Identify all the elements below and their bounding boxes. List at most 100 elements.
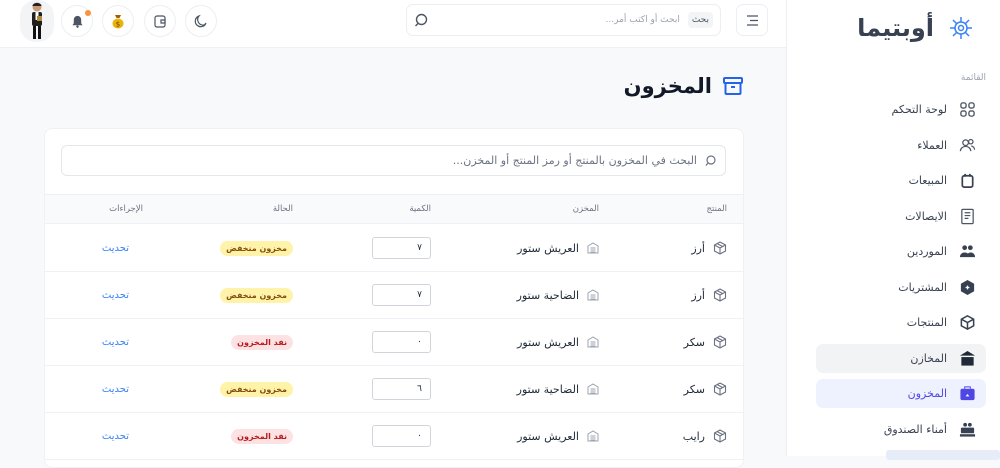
sidebar-item-label: أمناء الصندوق [883, 422, 947, 436]
quantity-input[interactable]: ٠ [372, 425, 431, 447]
status-badge: مخزون منخفض [220, 240, 293, 256]
grid-icon [960, 102, 975, 117]
table-row: أرز الضاحية ستور ٧ مخزون منخفض تحديث [45, 272, 743, 319]
avatar-figure-icon [32, 2, 42, 39]
sidebar-item-sales[interactable]: المبيعات [816, 166, 986, 195]
status-badge: نفد المخزون [231, 334, 293, 350]
sidebar-item-dashboard[interactable]: لوحة التحكم [816, 95, 986, 124]
bag-icon [961, 173, 974, 188]
col-product: المنتج [706, 204, 727, 214]
sidebar: أوبتيما القائمة لوحة التحكم العملاء المب… [786, 0, 1000, 460]
product-box-icon [713, 429, 727, 443]
user-avatar[interactable] [20, 0, 54, 42]
warehouse-name: الضاحية ستور [516, 382, 579, 396]
sidebar-item-purchases[interactable]: المشتريات [816, 273, 986, 302]
cube-icon [960, 315, 975, 330]
update-link[interactable]: تحديث [102, 431, 143, 442]
warehouse-name: الضاحية ستور [516, 288, 579, 302]
sidebar-nav: لوحة التحكم العملاء المبيعات الايصالات ا… [816, 95, 986, 450]
logo-icon [950, 17, 972, 39]
warehouse-icon [587, 336, 599, 348]
warehouse-icon [587, 242, 599, 254]
menu-icon [746, 14, 758, 26]
search-shortcut-label: بحث [687, 12, 713, 28]
sidebar-item-receipts[interactable]: الايصالات [816, 202, 986, 231]
sidebar-item-label: لوحة التحكم [891, 103, 947, 116]
warehouse-icon [959, 350, 976, 366]
table-row: سكر العريش ستور ٠ نفد المخزون تحديث [45, 319, 743, 366]
sidebar-item-cashiers[interactable]: أمناء الصندوق [816, 415, 986, 444]
table-row: رايب العريش ستور ٠ نفد المخزون تحديث [45, 413, 743, 460]
warehouse-name: العريش ستور [517, 429, 579, 443]
topbar: $ بحث ابحث أو اكتب أمر... [0, 0, 786, 48]
coins-button[interactable]: $ [102, 5, 134, 37]
receipt-icon [961, 208, 974, 224]
search-icon [415, 13, 428, 26]
col-warehouse: المخزن [572, 204, 599, 214]
status-badge: نفد المخزون [231, 428, 293, 444]
sidebar-footer-badge [886, 450, 1000, 460]
status-badge: مخزون منخفض [220, 381, 293, 397]
sidebar-item-warehouses[interactable]: المخازن [816, 343, 986, 373]
product-name: أرز [691, 241, 705, 255]
search-icon [705, 154, 716, 166]
update-link[interactable]: تحديث [102, 337, 143, 348]
sidebar-item-products[interactable]: المنتجات [816, 308, 986, 337]
inventory-search-input[interactable]: البحث في المخزون بالمنتج أو رمز المنتج أ… [61, 145, 726, 176]
product-box-icon [713, 382, 727, 396]
notifications-button[interactable] [61, 5, 93, 37]
wallet-button[interactable] [144, 5, 176, 37]
sidebar-item-label: المخازن [910, 351, 947, 365]
quantity-input[interactable]: ٦ [372, 378, 431, 400]
sidebar-item-suppliers[interactable]: الموردين [816, 237, 986, 266]
archive-icon [723, 77, 743, 95]
col-status: الحالة [272, 204, 293, 214]
update-link[interactable]: تحديث [102, 290, 143, 301]
sidebar-item-label: المخزون [907, 387, 947, 400]
menu-section-label: القائمة [960, 73, 986, 83]
sidebar-item-label: الموردين [906, 245, 947, 258]
sidebar-item-inventory[interactable]: المخزون [816, 379, 986, 408]
brand-logo[interactable]: أوبتيما [857, 14, 974, 42]
sidebar-toggle-button[interactable] [736, 4, 768, 36]
svg-text:$: $ [116, 21, 120, 29]
sidebar-item-label: الايصالات [905, 209, 947, 223]
cashier-icon [959, 422, 976, 437]
hexagon-plus-icon [960, 279, 975, 295]
table-row: أرز العريش ستور ٧ مخزون منخفض تحديث [45, 225, 743, 272]
table-header: المنتج المخزن الكمية الحالة الإجراءات [45, 194, 743, 224]
sidebar-item-label: المبيعات [908, 174, 947, 187]
warehouse-icon [587, 430, 599, 442]
quantity-input[interactable]: ٧ [372, 284, 431, 306]
product-box-icon [713, 288, 727, 302]
page-header: المخزون [624, 74, 744, 98]
product-name: رايب [682, 429, 705, 443]
product-box-icon [713, 335, 727, 349]
users-icon [959, 138, 976, 151]
command-search-input[interactable]: ابحث أو اكتب أمر... [437, 15, 680, 25]
moon-icon [194, 14, 207, 28]
quantity-input[interactable]: ٧ [372, 237, 431, 259]
wallet-icon [154, 15, 166, 28]
update-link[interactable]: تحديث [102, 384, 143, 395]
sidebar-item-label: المشتريات [898, 280, 947, 294]
quantity-input[interactable]: ٠ [372, 331, 431, 353]
product-name: أرز [691, 288, 705, 302]
dark-mode-toggle[interactable] [185, 5, 217, 37]
product-name: سكر [683, 335, 705, 349]
command-search[interactable]: بحث ابحث أو اكتب أمر... [406, 4, 721, 36]
col-actions: الإجراءات [109, 204, 143, 214]
warehouse-icon [587, 289, 599, 301]
product-box-icon [713, 241, 727, 255]
warehouse-name: العريش ستور [517, 241, 579, 255]
warehouse-icon [587, 383, 599, 395]
sidebar-item-label: العملاء [917, 138, 947, 152]
status-badge: مخزون منخفض [220, 287, 293, 303]
inventory-search-placeholder: البحث في المخزون بالمنتج أو رمز المنتج أ… [452, 154, 697, 167]
brand-name: أوبتيما [857, 14, 934, 42]
sidebar-item-customers[interactable]: العملاء [816, 131, 986, 160]
table-row: سكر الضاحية ستور ٦ مخزون منخفض تحديث [45, 366, 743, 413]
money-bag-icon: $ [112, 15, 124, 29]
product-name: سكر [683, 382, 705, 396]
update-link[interactable]: تحديث [102, 243, 143, 254]
